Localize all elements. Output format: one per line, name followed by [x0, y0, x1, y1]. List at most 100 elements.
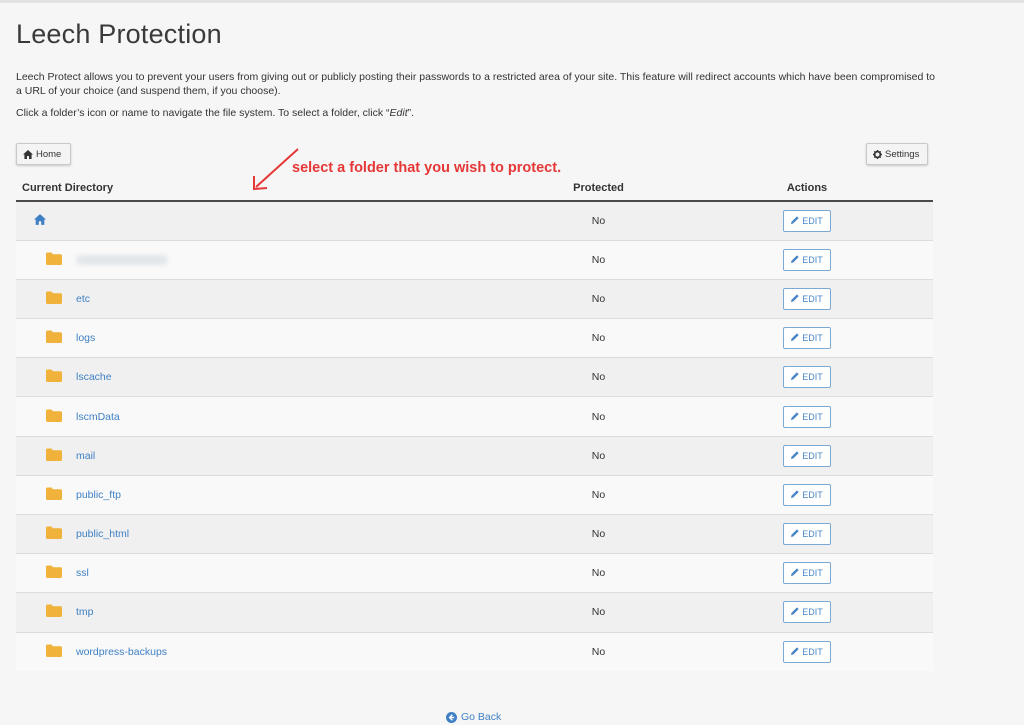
directory-entry: public_html — [46, 526, 516, 542]
edit-button[interactable]: EDIT — [783, 601, 831, 624]
edit-button-label: EDIT — [802, 450, 823, 461]
directory-entry: etc — [46, 291, 516, 307]
directory-cell: wordpress-backups — [16, 631, 516, 672]
pencil-icon — [791, 451, 799, 461]
actions-cell: EDIT — [681, 631, 933, 672]
actions-cell: EDIT — [681, 239, 933, 280]
edit-button[interactable]: EDIT — [783, 640, 831, 663]
hint-prefix: Click a folder’s icon or name to navigat… — [16, 107, 390, 119]
folder-icon[interactable] — [46, 526, 62, 542]
edit-button-label: EDIT — [802, 529, 823, 540]
protected-status: No — [516, 357, 681, 397]
protected-status: No — [516, 239, 681, 280]
actions-cell: EDIT — [681, 278, 933, 319]
directory-entry: mail — [46, 448, 516, 464]
protected-status: No — [516, 435, 681, 476]
gear-icon — [873, 149, 882, 159]
edit-button-label: EDIT — [802, 215, 823, 226]
edit-button[interactable]: EDIT — [783, 444, 831, 467]
table-row: ssl No EDIT — [16, 553, 933, 593]
actions-cell: EDIT — [681, 435, 933, 476]
edit-button[interactable]: EDIT — [783, 562, 831, 585]
folder-link[interactable]: logs — [76, 332, 95, 344]
directory-cell: tmp — [16, 592, 516, 633]
redacted-folder-name[interactable] — [76, 254, 168, 265]
directory-cell: ssl — [16, 553, 516, 593]
pencil-icon — [791, 490, 799, 500]
pencil-icon — [791, 647, 799, 657]
go-back-label: Go Back — [461, 711, 502, 723]
table-row: mail No EDIT — [16, 435, 933, 476]
folder-link[interactable]: wordpress-backups — [76, 646, 167, 658]
home-icon[interactable] — [34, 213, 46, 228]
home-button[interactable]: Home — [16, 143, 71, 165]
hint-edit: Edit — [389, 107, 408, 119]
page-description: Leech Protect allows you to prevent your… — [16, 71, 936, 97]
pencil-icon — [791, 411, 799, 422]
pencil-icon — [791, 372, 799, 382]
column-header-directory: Current Directory — [16, 175, 516, 202]
edit-button-label: EDIT — [802, 333, 823, 344]
folder-icon[interactable] — [46, 369, 62, 385]
protected-status: No — [516, 513, 681, 554]
directory-entry: logs — [46, 330, 516, 346]
folder-icon[interactable] — [46, 330, 62, 346]
folder-link[interactable]: tmp — [76, 606, 94, 618]
top-border — [0, 0, 1024, 3]
pencil-icon — [791, 255, 799, 265]
table-row: wordpress-backups No EDIT — [16, 631, 933, 672]
folder-icon[interactable] — [46, 291, 62, 307]
go-back-link[interactable]: Go Back — [446, 711, 501, 723]
directory-entry: wordpress-backups — [46, 644, 516, 660]
directory-cell: lscache — [16, 357, 516, 397]
edit-button-label: EDIT — [802, 646, 823, 657]
protected-status: No — [516, 396, 681, 437]
directory-cell: public_ftp — [16, 474, 516, 515]
edit-button[interactable]: EDIT — [783, 483, 831, 506]
table-row: etc No EDIT — [16, 278, 933, 319]
hint-suffix: ”. — [407, 107, 415, 119]
folder-icon[interactable] — [46, 252, 62, 268]
table-row: public_html No EDIT — [16, 513, 933, 554]
home-button-label: Home — [36, 148, 62, 160]
directory-entry — [46, 252, 516, 268]
page-title: Leech Protection — [16, 19, 222, 49]
folder-icon[interactable] — [46, 448, 62, 464]
folder-link[interactable]: public_html — [76, 528, 129, 540]
folder-link[interactable]: etc — [76, 293, 90, 305]
folder-icon[interactable] — [46, 565, 62, 581]
table-row: public_ftp No EDIT — [16, 474, 933, 515]
protected-status: No — [516, 474, 681, 515]
edit-button-label: EDIT — [802, 607, 823, 618]
protected-status: No — [516, 278, 681, 319]
protected-status: No — [516, 631, 681, 672]
folder-icon[interactable] — [46, 604, 62, 620]
folder-link[interactable]: lscmData — [76, 411, 120, 423]
directory-entry: public_ftp — [46, 487, 516, 503]
table-row: lscache No EDIT — [16, 357, 933, 397]
edit-button[interactable]: EDIT — [783, 405, 831, 428]
directory-table: Current Directory Protected Actions No ED… — [16, 175, 933, 672]
table-row: No EDIT — [16, 239, 933, 280]
edit-button[interactable]: EDIT — [783, 327, 831, 350]
folder-icon[interactable] — [46, 644, 62, 660]
edit-button[interactable]: EDIT — [783, 287, 831, 310]
folder-link[interactable]: mail — [76, 450, 95, 462]
actions-cell: EDIT — [681, 318, 933, 358]
folder-icon[interactable] — [46, 409, 62, 425]
edit-button[interactable]: EDIT — [783, 209, 831, 232]
edit-button[interactable]: EDIT — [783, 523, 831, 546]
folder-icon[interactable] — [46, 487, 62, 503]
folder-link[interactable]: ssl — [76, 567, 89, 579]
folder-link[interactable]: public_ftp — [76, 489, 121, 501]
table-row: tmp No EDIT — [16, 592, 933, 633]
directory-cell: mail — [16, 435, 516, 476]
settings-button[interactable]: Settings — [866, 143, 928, 165]
directory-entry: lscmData — [46, 409, 516, 425]
directory-entry: ssl — [46, 565, 516, 581]
edit-button[interactable]: EDIT — [783, 248, 831, 271]
edit-button[interactable]: EDIT — [783, 366, 831, 389]
column-header-protected: Protected — [516, 175, 681, 202]
directory-cell — [16, 239, 516, 280]
folder-link[interactable]: lscache — [76, 371, 112, 383]
